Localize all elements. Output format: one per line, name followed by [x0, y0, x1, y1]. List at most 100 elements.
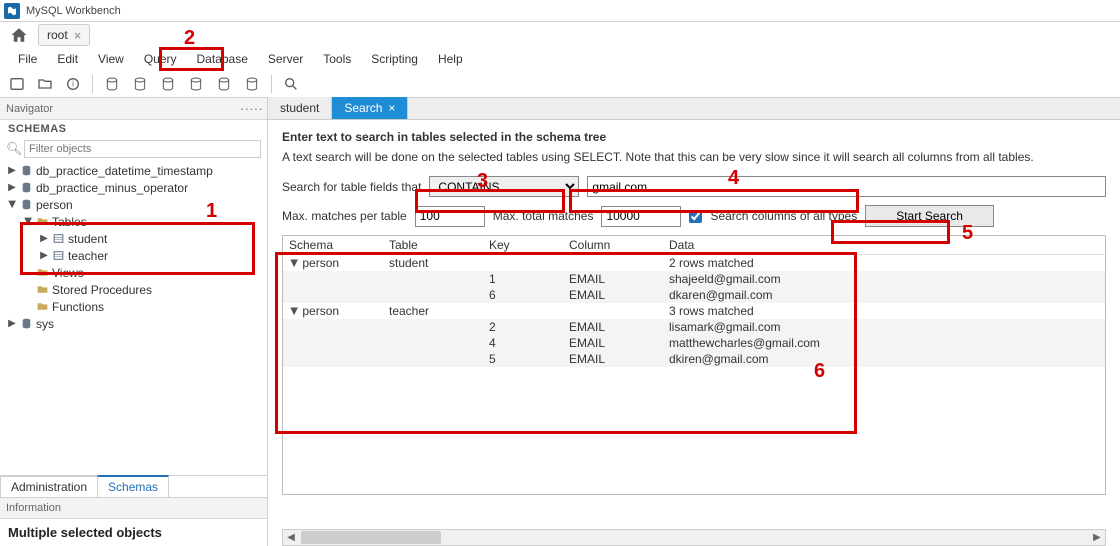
menu-server[interactable]: Server [258, 50, 313, 68]
tab-student[interactable]: student [268, 97, 332, 119]
menu-scripting[interactable]: Scripting [361, 50, 428, 68]
information-body: Multiple selected objects [0, 519, 267, 546]
titlebar: MySQL Workbench [0, 0, 1120, 22]
tab-administration[interactable]: Administration [0, 476, 98, 497]
search-all-types-label: Search columns of all types [710, 209, 857, 223]
tree-db-person[interactable]: ▶person [0, 196, 267, 213]
max-total-input[interactable] [601, 206, 681, 227]
tree-table-teacher[interactable]: ▶teacher [0, 247, 267, 264]
result-row[interactable]: 5EMAILdkiren@gmail.com [283, 351, 1105, 367]
tree-sys[interactable]: ▶sys [0, 315, 267, 332]
db-icon-4[interactable] [185, 73, 207, 95]
sidebar: Navigator ····· SCHEMAS 🔍︎ ▶db_practice_… [0, 98, 268, 546]
start-search-button[interactable]: Start Search [865, 205, 994, 227]
db-icon-3[interactable] [157, 73, 179, 95]
close-icon[interactable]: × [74, 28, 82, 43]
information-text: Multiple selected objects [8, 525, 259, 540]
max-per-input[interactable] [415, 206, 485, 227]
folder-icon [34, 215, 50, 229]
search-row-1: Search for table fields that CONTAINS [282, 176, 1106, 197]
horizontal-scrollbar[interactable]: ◀ ▶ [282, 529, 1106, 546]
navigator-header: Navigator ····· [0, 98, 267, 120]
connection-tab-bar: root × [0, 22, 1120, 48]
col-column[interactable]: Column [563, 236, 663, 255]
folder-icon [34, 300, 50, 314]
col-key[interactable]: Key [483, 236, 563, 255]
schema-tree[interactable]: ▶db_practice_datetime_timestamp ▶db_prac… [0, 160, 267, 475]
main-panel: student Search× Enter text to search in … [268, 98, 1120, 546]
result-row[interactable]: 4EMAILmatthewcharles@gmail.com [283, 335, 1105, 351]
search-term-input[interactable] [587, 176, 1106, 197]
menu-tools[interactable]: Tools [313, 50, 361, 68]
menu-file[interactable]: File [8, 50, 47, 68]
db-icon-1[interactable] [101, 73, 123, 95]
schemas-label: SCHEMAS [0, 120, 267, 138]
tab-search[interactable]: Search× [332, 97, 408, 119]
close-icon[interactable]: × [388, 101, 395, 115]
inspector-icon[interactable]: i [62, 73, 84, 95]
results-table[interactable]: Schema Table Key Column Data ▶ personstu… [282, 235, 1106, 495]
search-row-2: Max. matches per table Max. total matche… [282, 205, 1106, 227]
table-icon [50, 232, 66, 246]
result-group-1[interactable]: ▶ personstudent2 rows matched [283, 255, 1105, 272]
tree-db2[interactable]: ▶db_practice_minus_operator [0, 179, 267, 196]
tree-fn[interactable]: ▶Functions [0, 298, 267, 315]
result-group-2[interactable]: ▶ personteacher3 rows matched [283, 303, 1105, 319]
sidebar-tabs: Administration Schemas [0, 475, 267, 497]
new-sql-tab-icon[interactable] [6, 73, 28, 95]
result-row[interactable]: 1EMAILshajeeld@gmail.com [283, 271, 1105, 287]
search-description: A text search will be done on the select… [282, 150, 1106, 164]
open-sql-icon[interactable] [34, 73, 56, 95]
db-icon-6[interactable] [241, 73, 263, 95]
search-icon[interactable] [280, 73, 302, 95]
max-per-label: Max. matches per table [282, 209, 407, 223]
toolbar: i [0, 70, 1120, 98]
content-tabs: student Search× [268, 98, 1120, 120]
tree-table-student[interactable]: ▶student [0, 230, 267, 247]
filter-input[interactable] [24, 140, 261, 158]
search-heading: Enter text to search in tables selected … [282, 130, 1106, 144]
col-data[interactable]: Data [663, 236, 1105, 255]
result-row[interactable]: 2EMAILlisamark@gmail.com [283, 319, 1105, 335]
menu-edit[interactable]: Edit [47, 50, 88, 68]
connection-tab-root[interactable]: root × [38, 24, 90, 46]
connection-tab-label: root [47, 28, 68, 42]
menu-view[interactable]: View [88, 50, 134, 68]
tree-views[interactable]: ▶Views [0, 264, 267, 281]
search-icon: 🔍︎ [6, 141, 20, 157]
menu-database[interactable]: Database [187, 50, 258, 68]
tree-sp[interactable]: ▶Stored Procedures [0, 281, 267, 298]
svg-text:i: i [72, 79, 74, 88]
result-row[interactable]: 6EMAILdkaren@gmail.com [283, 287, 1105, 303]
filter-row: 🔍︎ [0, 138, 267, 160]
scroll-left-icon[interactable]: ◀ [283, 532, 299, 543]
menu-help[interactable]: Help [428, 50, 473, 68]
scroll-right-icon[interactable]: ▶ [1089, 532, 1105, 543]
database-icon [18, 164, 34, 178]
app-title: MySQL Workbench [26, 5, 121, 17]
search-pane: Enter text to search in tables selected … [268, 120, 1120, 546]
database-icon [18, 181, 34, 195]
col-schema[interactable]: Schema [283, 236, 383, 255]
search-field-label: Search for table fields that [282, 180, 421, 194]
col-table[interactable]: Table [383, 236, 483, 255]
menu-query[interactable]: Query [134, 50, 187, 68]
navigator-label: Navigator [6, 103, 53, 115]
search-all-types-checkbox[interactable] [689, 210, 702, 223]
app-icon [4, 3, 20, 19]
tree-tables[interactable]: ▶Tables [0, 213, 267, 230]
minimize-icon[interactable]: ····· [240, 100, 263, 116]
home-icon[interactable] [8, 24, 30, 46]
db-icon-2[interactable] [129, 73, 151, 95]
max-total-label: Max. total matches [493, 209, 594, 223]
scrollbar-thumb[interactable] [301, 531, 441, 544]
db-icon-5[interactable] [213, 73, 235, 95]
table-icon [50, 249, 66, 263]
folder-icon [34, 266, 50, 280]
menubar: File Edit View Query Database Server Too… [0, 48, 1120, 70]
search-operator-select[interactable]: CONTAINS [429, 176, 579, 197]
tab-schemas[interactable]: Schemas [97, 475, 169, 497]
database-icon [18, 317, 34, 331]
tree-db1[interactable]: ▶db_practice_datetime_timestamp [0, 162, 267, 179]
information-header: Information [0, 497, 267, 519]
